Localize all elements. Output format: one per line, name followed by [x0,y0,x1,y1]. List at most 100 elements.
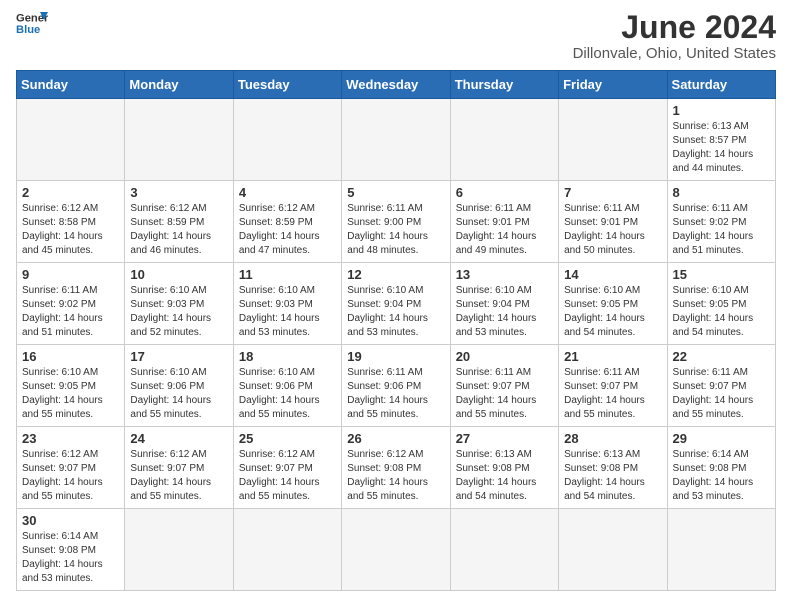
day-info: Sunrise: 6:13 AM Sunset: 9:08 PM Dayligh… [456,448,553,504]
table-row: 23Sunrise: 6:12 AM Sunset: 9:07 PM Dayli… [17,427,125,509]
col-wednesday: Wednesday [342,71,450,99]
table-row [125,99,233,181]
day-number: 22 [673,349,770,364]
table-row [17,99,125,181]
table-row: 3 Sunrise: 6:12 AM Sunset: 8:59 PM Daylig… [125,181,233,263]
table-row [233,99,341,181]
day-number: 7 [564,185,661,200]
day-number: 30 [22,513,119,528]
col-monday: Monday [125,71,233,99]
table-row: 6Sunrise: 6:11 AM Sunset: 9:01 PM Daylig… [450,181,558,263]
day-info: Sunrise: 6:12 AM Sunset: 9:07 PM Dayligh… [22,448,119,504]
table-row: 14 Sunrise: 6:10 AM Sunset: 9:05 PM Dayli… [559,263,667,345]
day-info: Sunrise: 6:11 AM Sunset: 9:07 PM Dayligh… [564,366,661,422]
day-number: 1 [673,103,770,118]
header: General Blue June 2024 Dillonvale, Ohio,… [16,10,776,62]
day-info: Sunrise: 6:10 AM Sunset: 9:05 PM Dayligh… [673,284,770,340]
table-row: 2 Sunrise: 6:12 AM Sunset: 8:58 PM Daylig… [17,181,125,263]
day-info: Sunrise: 6:12 AM Sunset: 8:59 PM Dayligh… [130,202,227,258]
day-number: 6 [456,185,553,200]
day-info: Sunrise: 6:11 AM Sunset: 9:02 PM Dayligh… [22,284,119,340]
table-row: 25 Sunrise: 6:12 AM Sunset: 9:07 PM Dayli… [233,427,341,509]
day-info: Sunrise: 6:10 AM Sunset: 9:06 PM Dayligh… [130,366,227,422]
table-row: 19Sunrise: 6:11 AM Sunset: 9:06 PM Dayli… [342,345,450,427]
table-row: 11Sunrise: 6:10 AM Sunset: 9:03 PM Dayli… [233,263,341,345]
calendar-table: Sunday Monday Tuesday Wednesday Thursday… [16,70,776,591]
day-info: Sunrise: 6:11 AM Sunset: 9:07 PM Dayligh… [673,366,770,422]
table-row: 17 Sunrise: 6:10 AM Sunset: 9:06 PM Dayli… [125,345,233,427]
day-number: 26 [347,431,444,446]
day-info: Sunrise: 6:11 AM Sunset: 9:00 PM Dayligh… [347,202,444,258]
day-number: 5 [347,185,444,200]
table-row: 20Sunrise: 6:11 AM Sunset: 9:07 PM Dayli… [450,345,558,427]
table-row: 1Sunrise: 6:13 AM Sunset: 8:57 PM Daylig… [667,99,775,181]
table-row [342,509,450,591]
day-info: Sunrise: 6:10 AM Sunset: 9:04 PM Dayligh… [347,284,444,340]
day-number: 16 [22,349,119,364]
col-tuesday: Tuesday [233,71,341,99]
day-info: Sunrise: 6:14 AM Sunset: 9:08 PM Dayligh… [22,530,119,586]
day-number: 27 [456,431,553,446]
location: Dillonvale, Ohio, United States [573,45,776,62]
table-row: 28Sunrise: 6:13 AM Sunset: 9:08 PM Dayli… [559,427,667,509]
calendar-header-row: Sunday Monday Tuesday Wednesday Thursday… [17,71,776,99]
day-number: 21 [564,349,661,364]
day-info: Sunrise: 6:14 AM Sunset: 9:08 PM Dayligh… [673,448,770,504]
day-number: 25 [239,431,336,446]
day-number: 10 [130,267,227,282]
col-saturday: Saturday [667,71,775,99]
table-row: 24Sunrise: 6:12 AM Sunset: 9:07 PM Dayli… [125,427,233,509]
day-number: 9 [22,267,119,282]
day-info: Sunrise: 6:11 AM Sunset: 9:01 PM Dayligh… [564,202,661,258]
table-row: 13Sunrise: 6:10 AM Sunset: 9:04 PM Dayli… [450,263,558,345]
day-info: Sunrise: 6:12 AM Sunset: 9:08 PM Dayligh… [347,448,444,504]
day-number: 12 [347,267,444,282]
table-row [450,99,558,181]
day-number: 8 [673,185,770,200]
day-info: Sunrise: 6:12 AM Sunset: 9:07 PM Dayligh… [239,448,336,504]
day-info: Sunrise: 6:11 AM Sunset: 9:02 PM Dayligh… [673,202,770,258]
generalblue-logo-icon: General Blue [16,10,48,38]
day-number: 15 [673,267,770,282]
day-info: Sunrise: 6:10 AM Sunset: 9:05 PM Dayligh… [22,366,119,422]
month-title: June 2024 [573,10,776,45]
table-row [559,509,667,591]
table-row [342,99,450,181]
table-row: 5 Sunrise: 6:11 AM Sunset: 9:00 PM Daylig… [342,181,450,263]
day-info: Sunrise: 6:10 AM Sunset: 9:05 PM Dayligh… [564,284,661,340]
day-info: Sunrise: 6:10 AM Sunset: 9:04 PM Dayligh… [456,284,553,340]
table-row: 15 Sunrise: 6:10 AM Sunset: 9:05 PM Dayli… [667,263,775,345]
table-row [233,509,341,591]
table-row: 30 Sunrise: 6:14 AM Sunset: 9:08 PM Dayli… [17,509,125,591]
day-number: 14 [564,267,661,282]
day-info: Sunrise: 6:10 AM Sunset: 9:03 PM Dayligh… [130,284,227,340]
day-number: 4 [239,185,336,200]
table-row: 18 Sunrise: 6:10 AM Sunset: 9:06 PM Dayli… [233,345,341,427]
table-row: 16 Sunrise: 6:10 AM Sunset: 9:05 PM Dayli… [17,345,125,427]
table-row: 27 Sunrise: 6:13 AM Sunset: 9:08 PM Dayli… [450,427,558,509]
table-row [125,509,233,591]
day-number: 24 [130,431,227,446]
table-row [559,99,667,181]
svg-text:Blue: Blue [16,24,40,36]
day-number: 3 [130,185,227,200]
day-info: Sunrise: 6:12 AM Sunset: 8:58 PM Dayligh… [22,202,119,258]
table-row: 21 Sunrise: 6:11 AM Sunset: 9:07 PM Dayli… [559,345,667,427]
table-row: 26 Sunrise: 6:12 AM Sunset: 9:08 PM Dayli… [342,427,450,509]
title-block: June 2024 Dillonvale, Ohio, United State… [573,10,776,62]
page: General Blue June 2024 Dillonvale, Ohio,… [0,0,792,607]
day-number: 29 [673,431,770,446]
table-row: 29 Sunrise: 6:14 AM Sunset: 9:08 PM Dayli… [667,427,775,509]
day-number: 18 [239,349,336,364]
table-row: 22 Sunrise: 6:11 AM Sunset: 9:07 PM Dayli… [667,345,775,427]
day-number: 11 [239,267,336,282]
day-info: Sunrise: 6:13 AM Sunset: 9:08 PM Dayligh… [564,448,661,504]
day-number: 19 [347,349,444,364]
logo: General Blue [16,10,48,38]
day-number: 2 [22,185,119,200]
day-info: Sunrise: 6:10 AM Sunset: 9:06 PM Dayligh… [239,366,336,422]
table-row: 10 Sunrise: 6:10 AM Sunset: 9:03 PM Dayli… [125,263,233,345]
table-row: 12 Sunrise: 6:10 AM Sunset: 9:04 PM Dayli… [342,263,450,345]
day-number: 17 [130,349,227,364]
day-info: Sunrise: 6:11 AM Sunset: 9:07 PM Dayligh… [456,366,553,422]
